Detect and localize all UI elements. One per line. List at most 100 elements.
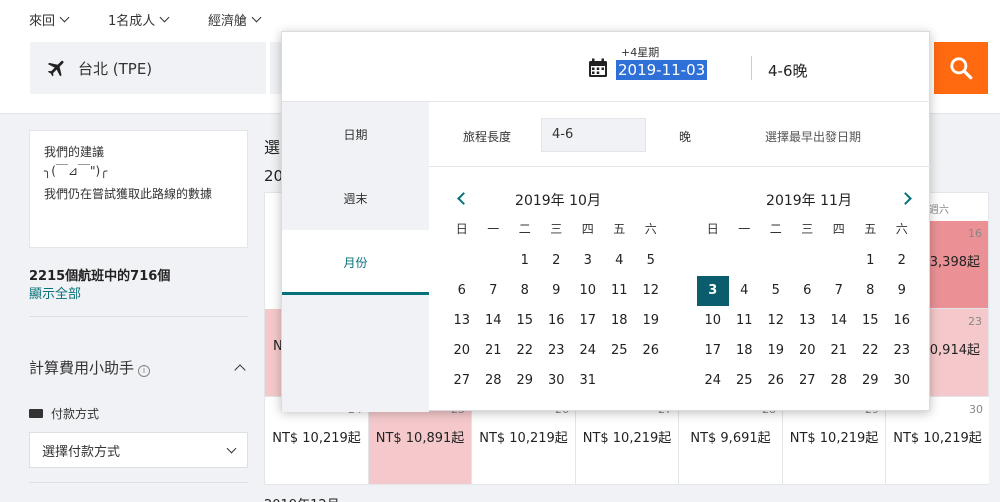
calendar-day[interactable]: 14 xyxy=(478,306,510,336)
calendar-day[interactable]: 6 xyxy=(446,276,478,306)
calendar-day[interactable]: 11 xyxy=(729,306,761,336)
calendar-day[interactable]: 16 xyxy=(541,306,573,336)
calendar-day[interactable]: 13 xyxy=(446,306,478,336)
section-heading: 選 xyxy=(264,138,281,157)
calendar-day[interactable]: 21 xyxy=(478,336,510,366)
fee-calculator-title: 計算費用小助手 xyxy=(29,359,135,377)
calendar-day[interactable]: 2 xyxy=(886,246,918,276)
calendar-day[interactable]: 8 xyxy=(855,276,887,306)
calendar-day[interactable]: 15 xyxy=(855,306,887,336)
calendar-day[interactable]: 12 xyxy=(635,276,667,306)
tab-weekends[interactable]: 週末 xyxy=(282,166,429,230)
calendar-day[interactable]: 17 xyxy=(697,336,729,366)
calendar-day[interactable]: 25 xyxy=(604,336,636,366)
calendar-day[interactable]: 2 xyxy=(541,246,573,276)
calendar-day[interactable]: 17 xyxy=(572,306,604,336)
calendar-day[interactable]: 28 xyxy=(478,366,510,396)
origin-field[interactable]: 台北 (TPE) xyxy=(30,42,266,94)
calendar-day[interactable]: 1 xyxy=(509,246,541,276)
calendar-day[interactable]: 20 xyxy=(792,336,824,366)
calendar-day[interactable]: 23 xyxy=(886,336,918,366)
calendar-day[interactable]: 19 xyxy=(760,336,792,366)
calendar-day[interactable]: 14 xyxy=(823,306,855,336)
empty-day xyxy=(446,246,478,276)
calendar-day[interactable]: 27 xyxy=(792,366,824,396)
calendar-day[interactable]: 25 xyxy=(729,366,761,396)
tab-months[interactable]: 月份 xyxy=(282,230,429,294)
price-cell[interactable]: N xyxy=(265,309,283,397)
month-title: 2019年 10月 xyxy=(515,193,601,209)
calendar-day[interactable]: 1 xyxy=(855,246,887,276)
fee-calculator-toggle[interactable]: 計算費用小助手 i xyxy=(29,357,248,378)
calendar-icon xyxy=(589,58,607,77)
calendar-day[interactable]: 24 xyxy=(572,336,604,366)
weekday-header-sat: 週六 xyxy=(929,205,949,216)
calendar-day[interactable]: 9 xyxy=(886,276,918,306)
week-row: 27 28 29 30 31 xyxy=(446,366,670,396)
empty-day xyxy=(478,246,510,276)
calendar-day[interactable]: 27 xyxy=(446,366,478,396)
calendar-day[interactable]: 21 xyxy=(823,336,855,366)
trip-type-label: 來回 xyxy=(29,14,56,29)
trip-type-dropdown[interactable]: 來回 xyxy=(29,10,70,29)
cell-price: NT$ 10,219起 xyxy=(893,431,982,446)
calendar-day[interactable]: 9 xyxy=(541,276,573,306)
nights-value[interactable]: 4-6晚 xyxy=(768,60,808,81)
calendar-day[interactable]: 7 xyxy=(823,276,855,306)
calendar-day[interactable]: 12 xyxy=(760,306,792,336)
calendar-day[interactable]: 18 xyxy=(729,336,761,366)
calendar-day[interactable]: 4 xyxy=(729,276,761,306)
calendar-day[interactable]: 16 xyxy=(886,306,918,336)
weekday-label: 四 xyxy=(581,222,594,236)
search-button[interactable] xyxy=(934,42,988,94)
picker-mode-tabs: 日期 週末 月份 xyxy=(282,102,429,412)
tab-dates[interactable]: 日期 xyxy=(282,102,429,166)
calendar-day[interactable]: 11 xyxy=(604,276,636,306)
calendar-day[interactable]: 30 xyxy=(886,366,918,396)
calendar-day[interactable]: 29 xyxy=(855,366,887,396)
calendar-day-selected[interactable]: 3 xyxy=(697,276,729,306)
payment-method-select[interactable]: 選擇付款方式 xyxy=(29,432,248,468)
calendar-day[interactable]: 13 xyxy=(792,306,824,336)
calendar-day[interactable]: 5 xyxy=(635,246,667,276)
calendar-day[interactable]: 6 xyxy=(792,276,824,306)
info-icon[interactable]: i xyxy=(138,365,151,377)
calendar-day[interactable]: 3 xyxy=(572,246,604,276)
cabin-dropdown[interactable]: 經濟艙 xyxy=(208,10,262,29)
departure-date-input[interactable]: 2019-11-03 xyxy=(616,60,708,80)
calendar-day[interactable]: 23 xyxy=(541,336,573,366)
weekday-label: 四 xyxy=(832,222,845,236)
calendar-day[interactable]: 15 xyxy=(509,306,541,336)
calendar-day[interactable]: 28 xyxy=(823,366,855,396)
nights-unit-label: 晚 xyxy=(679,130,692,144)
calendar-day[interactable]: 10 xyxy=(697,306,729,336)
trip-length-row: 旅程長度 4-6 晚 選擇最早出發日期 xyxy=(429,102,931,167)
week-row: 13 14 15 16 17 18 19 xyxy=(446,306,670,336)
weekday-header-row: 日一二三四五六 xyxy=(446,212,670,246)
cell-price: NT$ 10,219起 xyxy=(479,431,568,446)
calendar-day[interactable]: 20 xyxy=(446,336,478,366)
chevron-up-icon xyxy=(234,363,246,376)
week-row: 17 18 19 20 21 22 23 xyxy=(697,336,921,366)
cell-price: N xyxy=(273,339,283,354)
calendar-day[interactable]: 26 xyxy=(635,336,667,366)
calendar-day[interactable]: 8 xyxy=(509,276,541,306)
calendar-day[interactable]: 7 xyxy=(478,276,510,306)
calendar-day[interactable]: 4 xyxy=(604,246,636,276)
passengers-dropdown[interactable]: 1名成人 xyxy=(108,10,170,29)
calendar-day[interactable]: 19 xyxy=(635,306,667,336)
calendar-day[interactable]: 5 xyxy=(760,276,792,306)
calendar-day[interactable]: 24 xyxy=(697,366,729,396)
calendar-day[interactable]: 26 xyxy=(760,366,792,396)
cell-price: NT$ 9,691起 xyxy=(690,431,771,446)
calendar-day[interactable]: 22 xyxy=(855,336,887,366)
calendar-day[interactable]: 30 xyxy=(541,366,573,396)
chevron-down-icon xyxy=(226,443,237,453)
show-all-link[interactable]: 顯示全部 xyxy=(29,283,81,302)
calendar-day[interactable]: 10 xyxy=(572,276,604,306)
trip-length-input[interactable]: 4-6 xyxy=(541,118,646,152)
calendar-day[interactable]: 31 xyxy=(572,366,604,396)
calendar-day[interactable]: 22 xyxy=(509,336,541,366)
calendar-day[interactable]: 29 xyxy=(509,366,541,396)
calendar-day[interactable]: 18 xyxy=(604,306,636,336)
